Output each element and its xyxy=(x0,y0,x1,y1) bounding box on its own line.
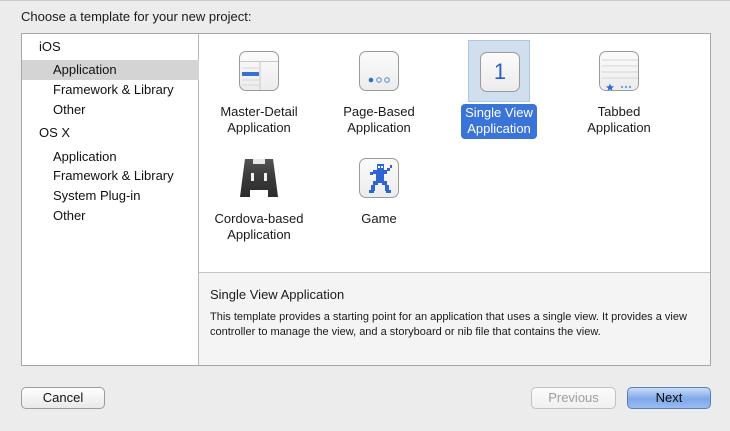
description-title: Single View Application xyxy=(210,287,345,302)
description-text: This template provides a starting point … xyxy=(210,311,687,338)
template-label-line2: Application xyxy=(347,120,411,135)
template-single-view[interactable]: 1 Single View Application xyxy=(439,37,559,147)
game-icon xyxy=(359,158,399,198)
template-page-based[interactable]: Page-Based Application xyxy=(319,37,439,147)
template-label-line1: Page-Based xyxy=(343,104,415,119)
template-cordova[interactable]: Cordova-based Application xyxy=(199,144,319,254)
template-label: Tabbed Application xyxy=(559,104,679,136)
template-chooser-panel: iOS Application Framework & Library Othe… xyxy=(21,33,711,366)
template-label-line2: Application xyxy=(227,120,291,135)
template-label-line1: Game xyxy=(361,211,397,226)
dialog-heading: Choose a template for your new project: xyxy=(21,9,252,24)
template-label: Cordova-based Application xyxy=(199,211,319,243)
sidebar-item-ios-other[interactable]: Other xyxy=(22,100,229,120)
template-label-line1: Master-Detail xyxy=(220,104,298,119)
page-based-icon xyxy=(359,51,399,91)
template-icon-frame xyxy=(348,40,410,102)
template-label-line1: Cordova-based xyxy=(214,211,304,226)
previous-button[interactable]: Previous xyxy=(531,387,616,409)
sidebar-item-ios-framework-library[interactable]: Framework & Library xyxy=(22,80,229,100)
platform-sidebar: iOS Application Framework & Library Othe… xyxy=(22,34,229,365)
master-detail-icon xyxy=(239,51,279,91)
window-top-border xyxy=(0,0,730,1)
single-view-glyph: 1 xyxy=(493,59,507,84)
template-label-line1: Tabbed xyxy=(597,104,641,119)
template-icon-frame: 1 xyxy=(468,40,530,102)
template-description-pane: Single View Application This template pr… xyxy=(199,272,710,365)
template-master-detail[interactable]: Master-Detail Application xyxy=(199,37,319,147)
sidebar-group-ios[interactable]: iOS xyxy=(22,37,215,57)
template-tabbed[interactable]: Tabbed Application xyxy=(559,37,679,147)
sidebar-item-ios-application[interactable]: Application xyxy=(22,60,229,80)
template-grid: Master-Detail Application Page-Based App… xyxy=(199,34,710,272)
template-label: Master-Detail Application xyxy=(199,104,319,136)
single-view-icon: 1 xyxy=(480,52,520,92)
sidebar-item-osx-application[interactable]: Application xyxy=(22,147,229,167)
tabbed-icon xyxy=(599,51,639,91)
template-icon-frame xyxy=(588,40,650,102)
template-label-line2: Application xyxy=(587,120,651,135)
sidebar-item-osx-framework-library[interactable]: Framework & Library xyxy=(22,166,229,186)
template-label-line2: Application xyxy=(467,121,531,136)
template-label: Page-Based Application xyxy=(319,104,439,136)
next-button[interactable]: Next xyxy=(627,387,711,409)
template-label: Single View Application xyxy=(439,104,559,139)
sidebar-item-osx-system-plugin[interactable]: System Plug-in xyxy=(22,186,229,206)
template-label-highlight: Single View Application xyxy=(461,104,537,139)
template-icon-frame xyxy=(228,40,290,102)
template-game[interactable]: Game xyxy=(319,144,439,254)
cordova-icon xyxy=(237,156,281,200)
sidebar-group-osx[interactable]: OS X xyxy=(22,123,215,143)
template-label-line1: Single View xyxy=(465,105,533,120)
template-icon-frame xyxy=(348,147,410,209)
template-label: Game xyxy=(319,211,439,227)
sidebar-item-osx-other[interactable]: Other xyxy=(22,206,229,226)
template-label-line2: Application xyxy=(227,227,291,242)
template-icon-frame xyxy=(228,147,290,209)
cancel-button[interactable]: Cancel xyxy=(21,387,105,409)
